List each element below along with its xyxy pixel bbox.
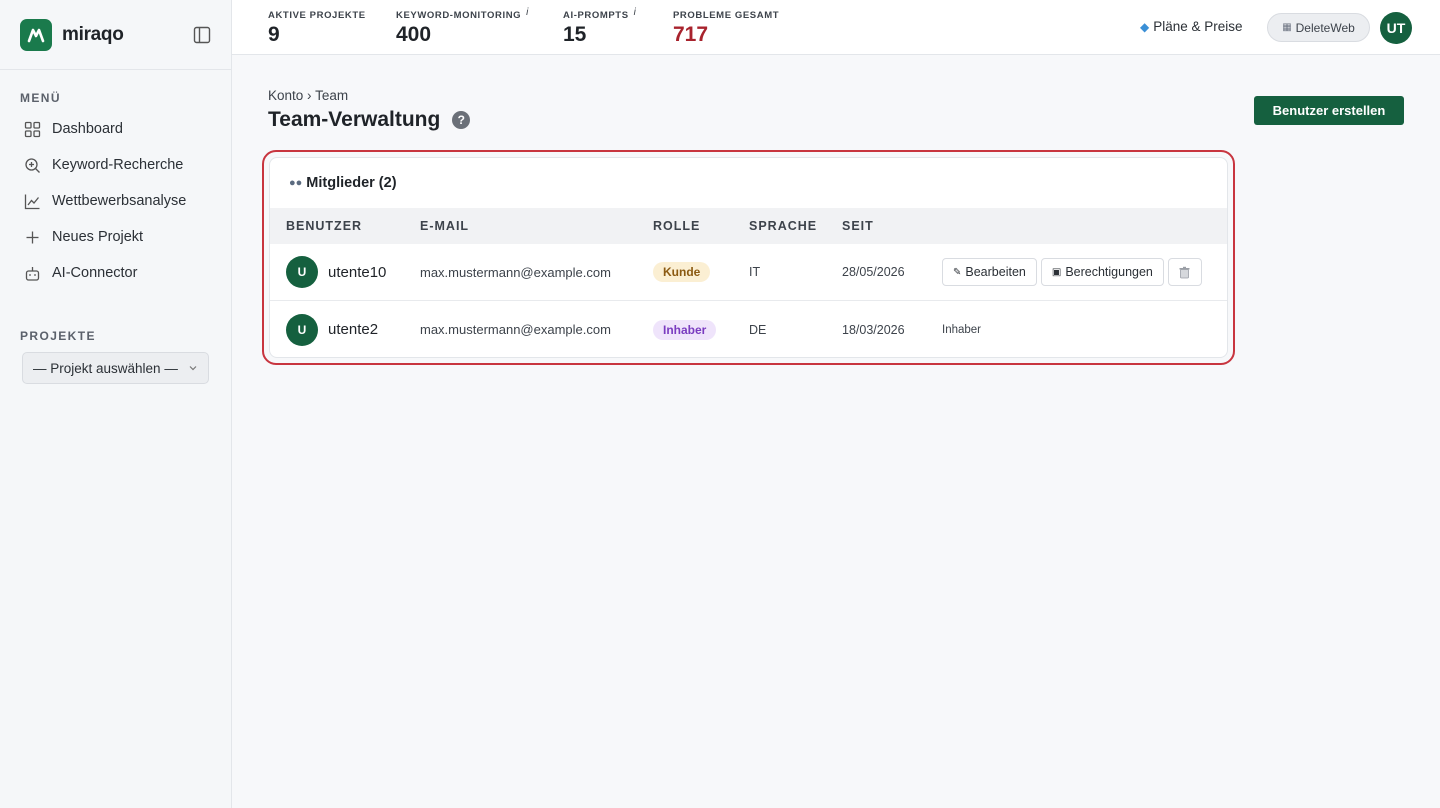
search-plus-icon (25, 157, 40, 173)
language: DE (749, 322, 767, 337)
line-chart-icon (24, 194, 40, 209)
stat-label: AI-PROMPTS i (563, 7, 637, 21)
robot-icon (25, 266, 40, 281)
stat-ai-prompts: AI-PROMPTS i 15 (563, 7, 637, 47)
plans-label: Pläne & Preise (1153, 19, 1243, 34)
users-icon: ●● (289, 177, 303, 189)
info-icon[interactable]: i (634, 7, 637, 18)
topbar: AKTIVE PROJEKTE 9 KEYWORD-MONITORING i 40… (232, 0, 1440, 55)
role-cell: Inhaber (653, 319, 717, 340)
members-heading: ●● Mitglieder (2) (270, 158, 1227, 208)
help-icon[interactable]: ? (452, 111, 471, 129)
sidebar-item-label: Keyword-Recherche (52, 157, 184, 173)
user-cell: U utente10 (286, 256, 386, 288)
table-row: U utente2 max.mustermann@example.com Inh… (270, 301, 1227, 357)
building-icon: ▦ (1282, 22, 1292, 33)
role-cell: Kunde (653, 262, 711, 282)
brand-name: miraqo (62, 23, 124, 45)
avatar: U (286, 256, 318, 288)
role-badge: Kunde (653, 262, 711, 282)
edit-button[interactable]: ✎ Bearbeiten (942, 258, 1037, 286)
permissions-button[interactable]: ▣ Berechtigungen (1040, 258, 1164, 286)
project-select-value: — Projekt auswählen — (33, 360, 178, 376)
sidebar-item-label: AI-Connector (52, 265, 138, 281)
avatar: U (286, 313, 318, 346)
column-header: SEIT (842, 219, 874, 233)
workspace-button[interactable]: ▦ DeleteWeb (1267, 13, 1370, 42)
permissions-label: Berechtigungen (1065, 265, 1153, 279)
trash-icon (1179, 266, 1190, 278)
stat-active-projects: AKTIVE PROJEKTE 9 (268, 10, 366, 47)
table-row: U utente10 max.mustermann@example.com Ku… (270, 244, 1227, 301)
sidebar-item-keyword-recherche[interactable]: Keyword-Recherche (0, 147, 231, 183)
stat-problems-total: PROBLEME GESAMT 717 (673, 10, 779, 47)
stat-label: AKTIVE PROJEKTE (268, 10, 366, 21)
sidebar-item-label: Neues Projekt (52, 229, 144, 245)
m-logo-icon[interactable] (20, 18, 52, 51)
sidebar: miraqo MENÜ Dashboard Keyword-Recherche … (0, 0, 232, 808)
since-date: 18/03/2026 (842, 322, 905, 337)
stat-value: 717 (673, 23, 709, 46)
page-title-text: Team-Verwaltung (268, 108, 441, 131)
email: max.mustermann@example.com (420, 264, 611, 280)
members-heading-text: Mitglieder (2) (306, 175, 397, 191)
members-card: ●● Mitglieder (2) BENUTZER E-MAIL ROLLE … (269, 157, 1228, 358)
column-header: E-MAIL (420, 219, 470, 233)
page-title: Team-Verwaltung ? (268, 108, 471, 132)
username: utente10 (328, 263, 387, 281)
actions-cell: ✎ Bearbeiten ▣ Berechtigungen (942, 258, 1202, 286)
sidebar-item-label: Wettbewerbsanalyse (52, 193, 187, 209)
sidebar-item-label: Dashboard (52, 121, 123, 137)
plus-icon (26, 231, 39, 243)
grid-icon (24, 121, 41, 137)
pencil-icon: ✎ (953, 266, 962, 278)
info-icon[interactable]: i (526, 7, 529, 18)
menu-label: MENÜ (20, 91, 61, 105)
edit-label: Bearbeiten (965, 265, 1026, 279)
since-date: 28/05/2026 (842, 265, 905, 279)
email: max.mustermann@example.com (420, 322, 611, 337)
stat-value: 9 (268, 23, 280, 46)
sidebar-item-neues-projekt[interactable]: Neues Projekt (0, 219, 231, 255)
plans-pricing-link[interactable]: ◆ Pläne & Preise (1140, 19, 1243, 34)
sidebar-item-dashboard[interactable]: Dashboard (0, 111, 231, 147)
role-badge: Inhaber (653, 319, 717, 340)
stat-value: 400 (396, 23, 432, 46)
stat-label: KEYWORD-MONITORING i (396, 7, 529, 21)
stat-keyword-monitoring: KEYWORD-MONITORING i 400 (396, 7, 529, 47)
projects-label: PROJEKTE (20, 329, 96, 343)
user-cell: U utente2 (286, 313, 379, 346)
sidebar-item-ai-connector[interactable]: AI-Connector (0, 255, 231, 291)
brand: miraqo (0, 0, 231, 70)
table-header: BENUTZER E-MAIL ROLLE SPRACHE SEIT (270, 208, 1227, 244)
username: utente2 (328, 321, 379, 338)
user-avatar[interactable]: UT (1380, 12, 1412, 44)
delete-button[interactable] (1167, 258, 1202, 286)
column-header: BENUTZER (286, 219, 363, 233)
owner-note: Inhaber (942, 323, 982, 336)
sidebar-toggle-icon[interactable] (193, 26, 211, 44)
create-user-button[interactable]: Benutzer erstellen (1254, 96, 1404, 125)
language: IT (749, 265, 761, 279)
gem-icon: ◆ (1140, 19, 1150, 34)
chevron-down-icon (189, 366, 197, 371)
breadcrumb: Konto › Team (268, 88, 348, 103)
project-select[interactable]: — Projekt auswählen — (22, 352, 209, 384)
column-header: ROLLE (653, 219, 701, 233)
breadcrumb-current: Team (315, 88, 349, 103)
actions-cell: Inhaber (942, 324, 981, 336)
lock-icon: ▣ (1051, 266, 1062, 278)
sidebar-item-wettbewerbsanalyse[interactable]: Wettbewerbsanalyse (0, 183, 231, 219)
breadcrumb-separator: › (307, 88, 312, 103)
stat-value: 15 (563, 23, 587, 46)
workspace-label: DeleteWeb (1295, 20, 1355, 35)
column-header: SPRACHE (749, 219, 818, 233)
stat-label: PROBLEME GESAMT (673, 10, 780, 21)
breadcrumb-konto[interactable]: Konto (268, 88, 303, 103)
